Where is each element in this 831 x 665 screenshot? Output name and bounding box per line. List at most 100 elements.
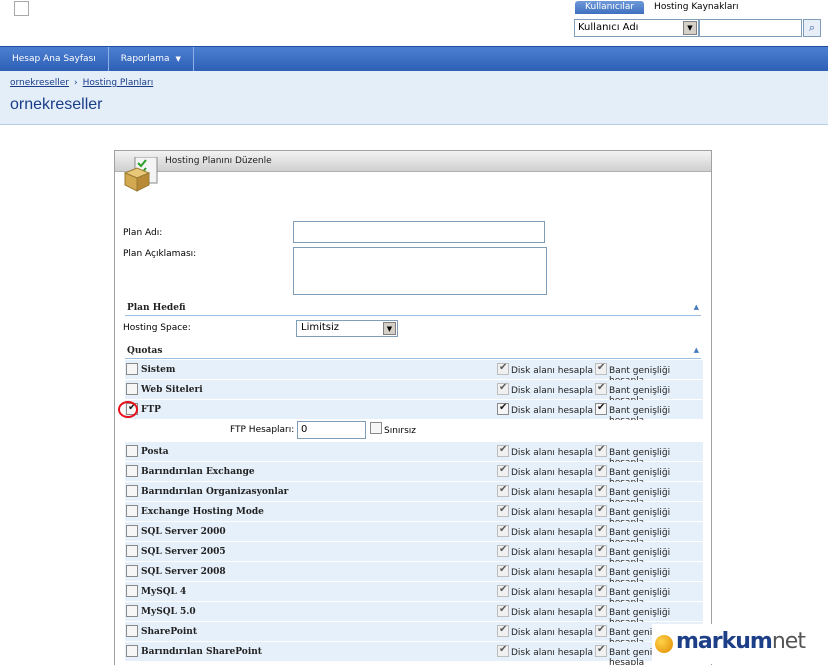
bandwidth-calc-checkbox[interactable]	[595, 402, 607, 415]
breadcrumb-separator: ›	[74, 78, 78, 88]
quota-checkbox[interactable]	[126, 505, 138, 517]
quotas-title: Quotas	[127, 346, 163, 356]
tab-hosting-resources[interactable]: Hosting Kaynakları	[644, 1, 749, 14]
ftp-unlimited-checkbox[interactable]	[370, 422, 382, 434]
quota-row: SQL Server 2008Disk alanı hesaplaBant ge…	[125, 562, 703, 588]
search-bar: Kullanıcı Adı ▼ ⌕	[574, 19, 821, 37]
quota-checkbox[interactable]	[126, 585, 138, 597]
disk-calc-checkbox	[497, 584, 509, 597]
disk-calc-checkbox	[497, 382, 509, 395]
plan-description-textarea[interactable]	[293, 247, 547, 295]
disk-calc-checkbox	[497, 604, 509, 617]
quota-checkbox[interactable]	[126, 465, 138, 477]
quota-checkbox[interactable]	[126, 645, 138, 657]
nav-reporting[interactable]: Raporlama ▼	[109, 47, 194, 71]
quota-label: SQL Server 2005	[141, 547, 226, 557]
quota-row: PostaDisk alanı hesaplaBant genişliği he…	[125, 442, 703, 468]
nav-account-home[interactable]: Hesap Ana Sayfası	[0, 47, 109, 71]
search-field-select[interactable]: Kullanıcı Adı ▼	[574, 19, 699, 37]
disk-calc-checkbox	[497, 484, 509, 497]
disk-calc-checkbox	[497, 504, 509, 517]
plan-name-label: Plan Adı:	[123, 228, 163, 238]
quota-label: SQL Server 2000	[141, 527, 226, 537]
disk-calc-label: Disk alanı hesapla	[511, 468, 593, 478]
panel-title: Hosting Planını Düzenle	[115, 151, 711, 172]
top-tabs: Kullanıcılar Hosting Kaynakları	[575, 1, 749, 14]
quota-row: Barındırılan ExchangeDisk alanı hesaplaB…	[125, 462, 703, 488]
bandwidth-calc-checkbox	[595, 544, 607, 557]
edit-hosting-plan-panel: Hosting Planını Düzenle Plan Adı: Plan A…	[114, 150, 712, 665]
disk-calc-checkbox	[497, 444, 509, 457]
quota-label: Barındırılan Organizasyonlar	[141, 487, 289, 497]
collapse-icon[interactable]: ▲	[694, 346, 699, 354]
quota-label: Barındırılan SharePoint	[141, 647, 262, 657]
bandwidth-calc-checkbox	[595, 484, 607, 497]
hosting-space-select[interactable]: Limitsiz ▼	[296, 320, 398, 337]
search-icon[interactable]: ⌕	[803, 19, 821, 37]
markumnet-watermark: markumnet	[652, 624, 828, 664]
quota-row: Exchange Hosting ModeDisk alanı hesaplaB…	[125, 502, 703, 528]
quota-label: Web Siteleri	[141, 385, 203, 395]
breadcrumb-hosting-plans[interactable]: Hosting Planları	[83, 78, 154, 88]
top-checkbox[interactable]	[14, 1, 29, 16]
bandwidth-calc-checkbox	[595, 624, 607, 637]
disk-calc-label: Disk alanı hesapla	[511, 488, 593, 498]
quota-label: SQL Server 2008	[141, 567, 226, 577]
disk-calc-label: Disk alanı hesapla	[511, 608, 593, 618]
quota-checkbox[interactable]	[126, 383, 138, 395]
highlight-circle	[118, 401, 138, 418]
quota-label: Barındırılan Exchange	[141, 467, 255, 477]
collapse-icon[interactable]: ▲	[694, 303, 699, 311]
plan-target-section[interactable]: Plan Hedefi ▲	[125, 302, 701, 316]
disk-calc-label: Disk alanı hesapla	[511, 548, 593, 558]
watermark-text: markumnet	[676, 629, 806, 654]
quota-checkbox[interactable]	[126, 625, 138, 637]
quota-label: Sistem	[141, 365, 176, 375]
quota-row: Barındırılan SharePoint Disk alanı hesapl…	[125, 642, 703, 665]
quota-label: Exchange Hosting Mode	[141, 507, 264, 517]
bandwidth-calc-checkbox	[595, 464, 607, 477]
disk-calc-checkbox	[497, 624, 509, 637]
quotas-section[interactable]: Quotas ▲	[125, 345, 701, 359]
bandwidth-calc-checkbox	[595, 362, 607, 375]
quota-checkbox[interactable]	[126, 445, 138, 457]
disk-calc-checkbox[interactable]	[497, 402, 509, 415]
bandwidth-calc-checkbox	[595, 524, 607, 537]
globe-icon	[655, 635, 673, 653]
disk-calc-label: Disk alanı hesapla	[511, 588, 593, 598]
quota-row: FTPDisk alanı hesaplaBant genişliği hesa…	[125, 400, 703, 426]
quota-row: SistemDisk alanı hesaplaBant genişliği h…	[125, 360, 703, 386]
disk-calc-checkbox	[497, 544, 509, 557]
quota-row: MySQL 5.0Disk alanı hesaplaBant genişliğ…	[125, 602, 703, 628]
quota-checkbox[interactable]	[126, 485, 138, 497]
quota-label: Posta	[141, 447, 169, 457]
quota-row: SQL Server 2000Disk alanı hesaplaBant ge…	[125, 522, 703, 548]
disk-calc-checkbox	[497, 564, 509, 577]
ftp-accounts-input[interactable]: 0	[297, 421, 366, 439]
chevron-down-icon[interactable]: ▼	[683, 21, 697, 35]
chevron-down-icon[interactable]: ▼	[383, 322, 396, 335]
search-input[interactable]	[699, 19, 802, 37]
disk-calc-label: Disk alanı hesapla	[511, 366, 593, 376]
hosting-space-value: Limitsiz	[301, 322, 340, 333]
disk-calc-label: Disk alanı hesapla	[511, 628, 593, 638]
tab-users[interactable]: Kullanıcılar	[575, 1, 645, 14]
bandwidth-calc-checkbox	[595, 644, 607, 657]
quota-checkbox[interactable]	[126, 525, 138, 537]
quota-checkbox[interactable]	[126, 565, 138, 577]
breadcrumb-reseller[interactable]: ornekreseller	[10, 78, 69, 88]
quota-row: SQL Server 2005Disk alanı hesaplaBant ge…	[125, 542, 703, 568]
plan-name-input[interactable]	[293, 221, 545, 243]
quota-checkbox[interactable]	[126, 605, 138, 617]
quota-checkbox[interactable]	[126, 545, 138, 557]
disk-calc-label: Disk alanı hesapla	[511, 448, 593, 458]
disk-calc-label: Disk alanı hesapla	[511, 386, 593, 396]
disk-calc-label: Disk alanı hesapla	[511, 528, 593, 538]
quota-checkbox[interactable]	[126, 363, 138, 375]
caret-down-icon: ▼	[175, 55, 181, 63]
quota-label: MySQL 5.0	[141, 607, 196, 617]
disk-calc-checkbox	[497, 362, 509, 375]
quota-row: Barındırılan Organizasyonlar Disk alanı h…	[125, 482, 703, 508]
bandwidth-calc-checkbox	[595, 584, 607, 597]
quota-row: Web SiteleriDisk alanı hesaplaBant geniş…	[125, 380, 703, 406]
